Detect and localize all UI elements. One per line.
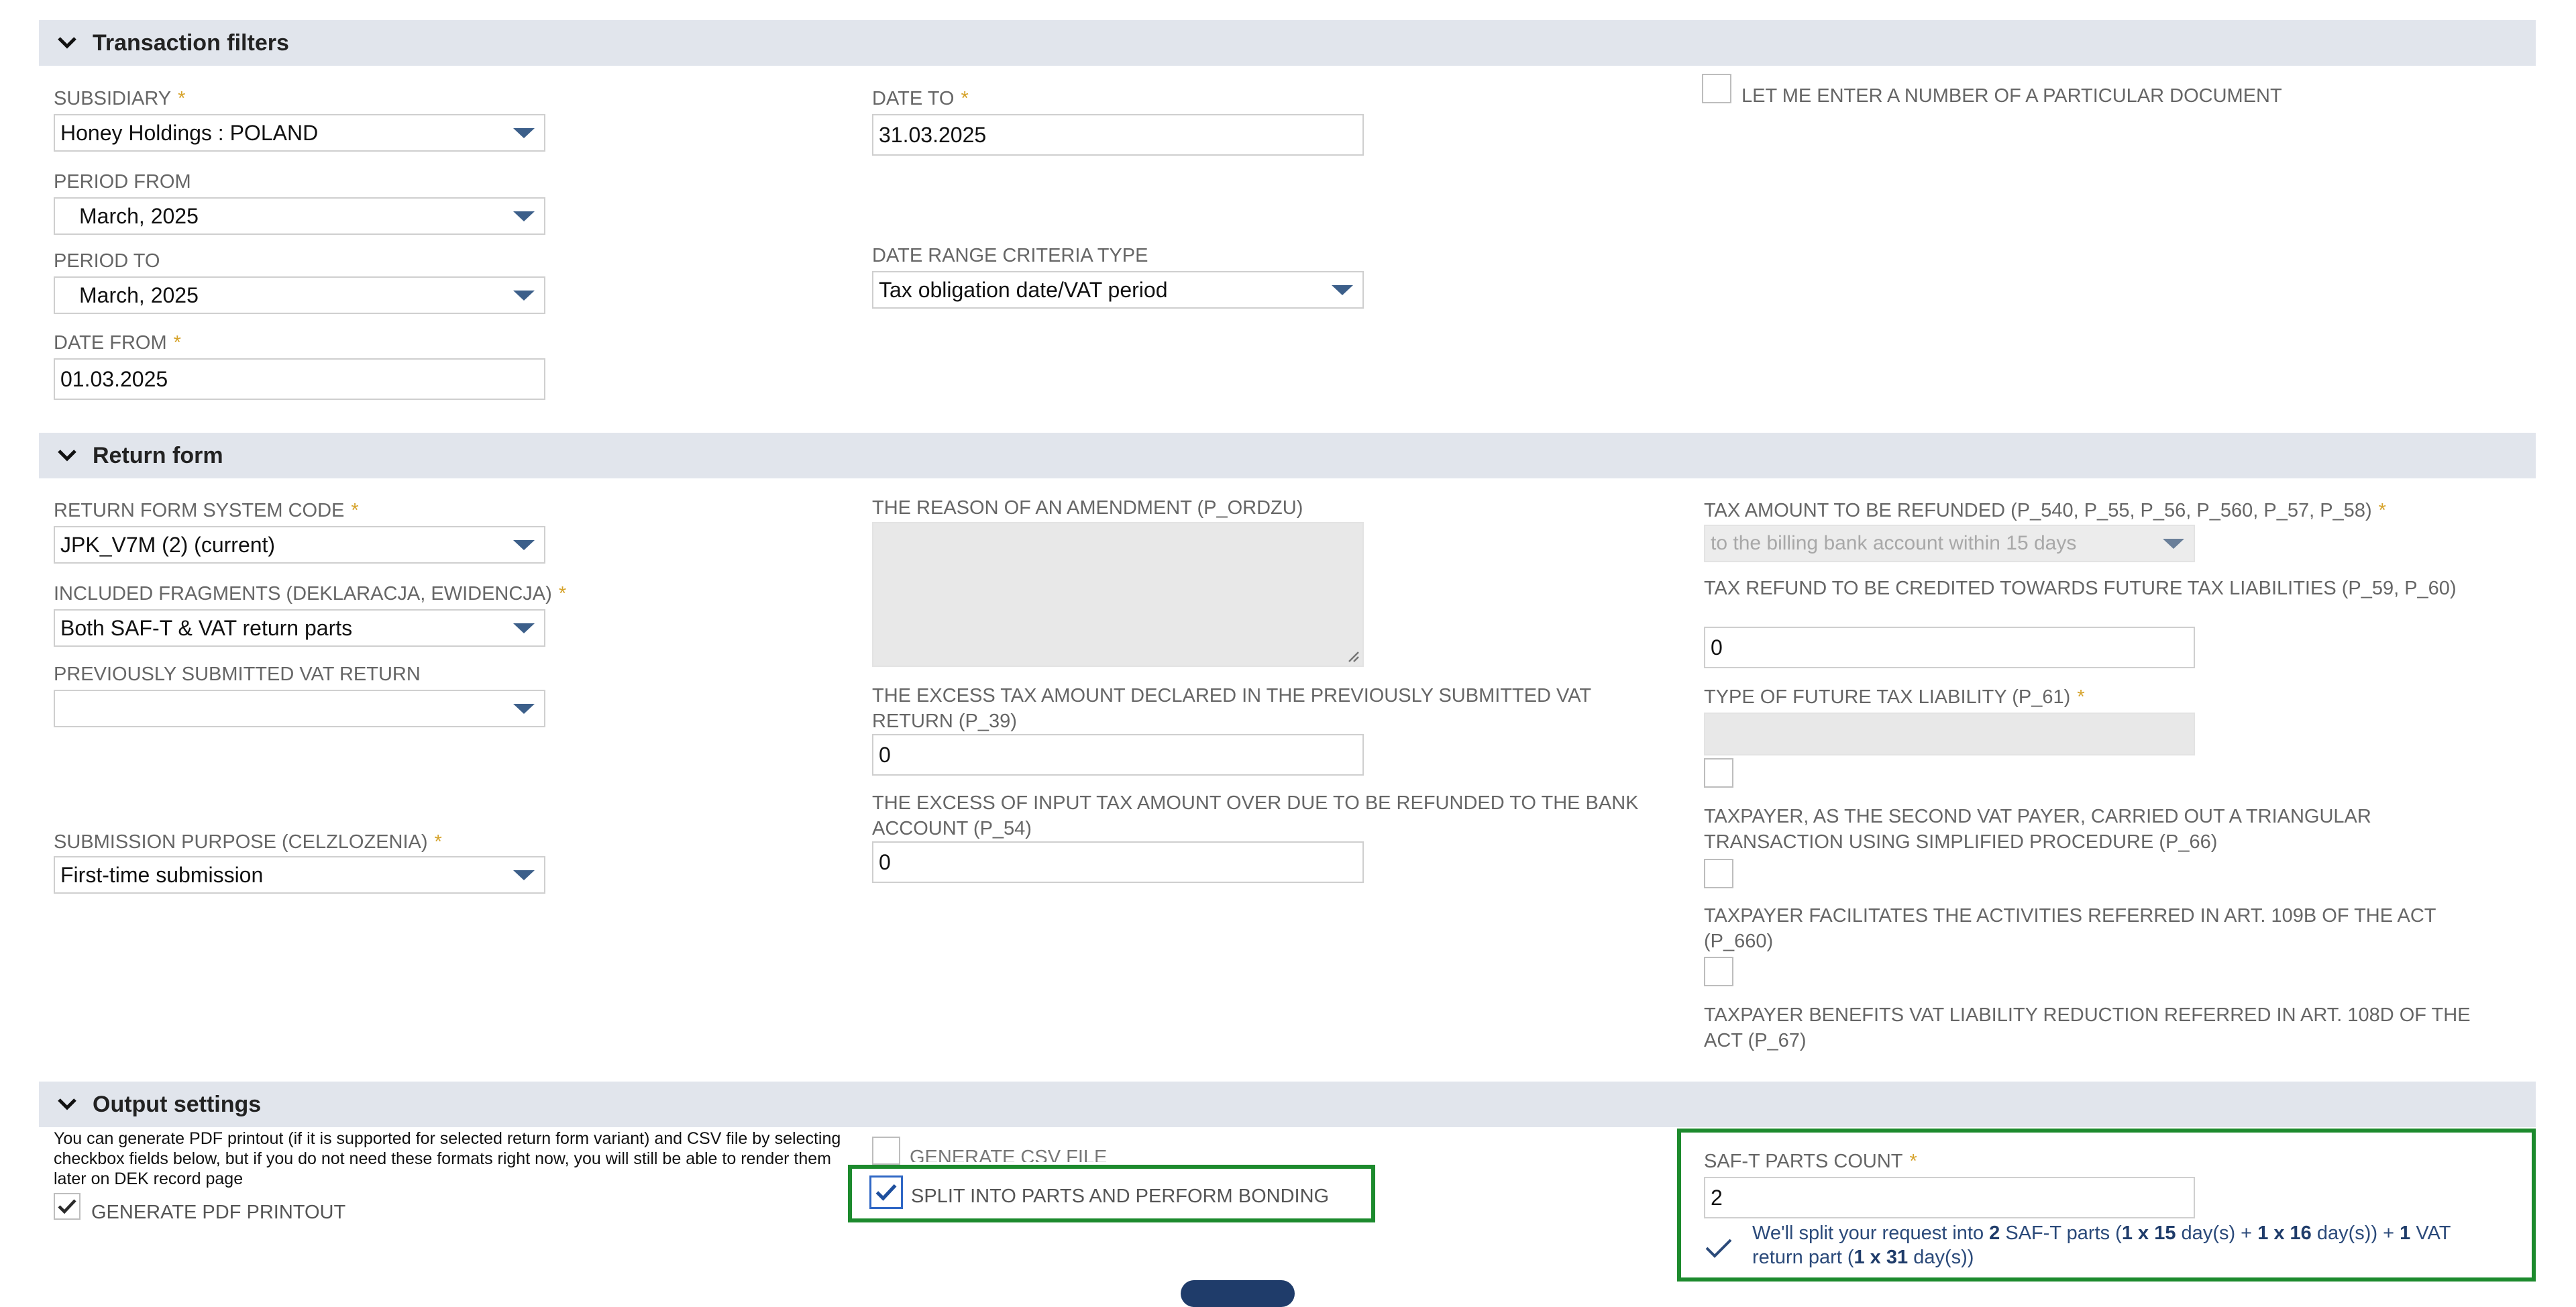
period-from-select[interactable]: March, 2025 bbox=[54, 197, 545, 235]
art108d-label: TAXPAYER BENEFITS VAT LIABILITY REDUCTIO… bbox=[1704, 1004, 2471, 1051]
included-fragments-label: INCLUDED FRAGMENTS (DEKLARACJA, EWIDENCJ… bbox=[54, 583, 567, 605]
art109b-label: TAXPAYER FACILITATES THE ACTIVITIES REFE… bbox=[1704, 905, 2436, 952]
caret-down-icon bbox=[2163, 539, 2184, 549]
submission-purpose-label: SUBMISSION PURPOSE (CELZLOZENIA) * bbox=[54, 831, 442, 853]
output-note: You can generate PDF printout (if it is … bbox=[54, 1129, 841, 1188]
date-to-label: DATE TO * bbox=[872, 88, 969, 109]
date-range-criteria-select[interactable]: Tax obligation date/VAT period bbox=[872, 271, 1364, 309]
parts-count-label: SAF-T PARTS COUNT * bbox=[1704, 1151, 1917, 1172]
caret-down-icon bbox=[513, 211, 535, 221]
chevron-down-icon[interactable] bbox=[54, 442, 80, 469]
system-code-select[interactable]: JPK_V7M (2) (current) bbox=[54, 526, 545, 564]
date-range-criteria-value: Tax obligation date/VAT period bbox=[879, 277, 1168, 302]
csv-file-label: GENERATE CSV FILE bbox=[910, 1147, 1108, 1162]
previous-return-select[interactable] bbox=[54, 690, 545, 727]
pdf-printout-label: GENERATE PDF PRINTOUT bbox=[91, 1202, 346, 1223]
included-fragments-select[interactable]: Both SAF-T & VAT return parts bbox=[54, 609, 545, 647]
section-title: Transaction filters bbox=[93, 30, 289, 56]
parts-count-input[interactable]: 2 bbox=[1704, 1177, 2195, 1218]
period-from-label: PERIOD FROM bbox=[54, 171, 191, 193]
section-transaction-filters[interactable]: Transaction filters bbox=[39, 20, 2536, 66]
particular-document-label: LET ME ENTER A NUMBER OF A PARTICULAR DO… bbox=[1741, 85, 2282, 107]
subsidiary-label: SUBSIDIARY * bbox=[54, 88, 186, 109]
submission-purpose-value: First-time submission bbox=[60, 862, 264, 887]
art108d-checkbox[interactable] bbox=[1704, 957, 1733, 986]
caret-down-icon bbox=[513, 540, 535, 550]
split-parts-label: SPLIT INTO PARTS AND PERFORM BONDING bbox=[911, 1186, 1330, 1207]
caret-down-icon bbox=[513, 291, 535, 301]
included-fragments-value: Both SAF-T & VAT return parts bbox=[60, 615, 353, 640]
split-info-text: We'll split your request into 2 SAF-T pa… bbox=[1752, 1222, 2451, 1268]
excess-input-label: THE EXCESS OF INPUT TAX AMOUNT OVER DUE … bbox=[872, 792, 1639, 839]
period-to-select[interactable]: March, 2025 bbox=[54, 276, 545, 314]
date-from-input[interactable]: 01.03.2025 bbox=[54, 358, 545, 400]
caret-down-icon bbox=[513, 704, 535, 714]
credited-input[interactable]: 0 bbox=[1704, 627, 2195, 668]
future-type-label: TYPE OF FUTURE TAX LIABILITY (P_61) * bbox=[1704, 686, 2085, 708]
section-output-settings[interactable]: Output settings bbox=[39, 1082, 2536, 1127]
excess-input-input[interactable]: 0 bbox=[872, 841, 1364, 883]
triangular-label: TAXPAYER, AS THE SECOND VAT PAYER, CARRI… bbox=[1704, 806, 2371, 853]
particular-document-checkbox[interactable] bbox=[1702, 74, 1731, 103]
section-title: Return form bbox=[93, 442, 223, 468]
caret-down-icon bbox=[1332, 285, 1353, 295]
caret-down-icon bbox=[513, 623, 535, 633]
caret-down-icon bbox=[513, 128, 535, 138]
subsidiary-value: Honey Holdings : POLAND bbox=[60, 120, 319, 145]
future-type-field[interactable] bbox=[1704, 713, 2195, 755]
excess-prev-label: THE EXCESS TAX AMOUNT DECLARED IN THE PR… bbox=[872, 685, 1591, 732]
amendment-reason-label: THE REASON OF AN AMENDMENT (P_ORDZU) bbox=[872, 497, 1303, 519]
period-to-label: PERIOD TO bbox=[54, 250, 160, 272]
checkmark-icon bbox=[58, 1199, 76, 1214]
excess-prev-input[interactable]: 0 bbox=[872, 734, 1364, 776]
resize-handle-icon[interactable] bbox=[1345, 648, 1360, 663]
period-from-value: March, 2025 bbox=[79, 203, 199, 228]
art109b-checkbox[interactable] bbox=[1704, 859, 1733, 888]
split-parts-checkbox[interactable] bbox=[869, 1175, 903, 1209]
system-code-value: JPK_V7M (2) (current) bbox=[60, 532, 276, 557]
triangular-checkbox[interactable] bbox=[1704, 758, 1733, 788]
refund-label: TAX AMOUNT TO BE REFUNDED (P_540, P_55, … bbox=[1704, 500, 2386, 521]
csv-file-checkbox[interactable] bbox=[872, 1137, 900, 1165]
refund-select[interactable]: to the billing bank account within 15 da… bbox=[1704, 525, 2195, 562]
date-from-label: DATE FROM * bbox=[54, 332, 181, 354]
subsidiary-select[interactable]: Honey Holdings : POLAND bbox=[54, 114, 545, 152]
checkmark-icon bbox=[1705, 1239, 1732, 1258]
caret-down-icon bbox=[513, 870, 535, 880]
chevron-down-icon[interactable] bbox=[54, 1091, 80, 1118]
submission-purpose-select[interactable]: First-time submission bbox=[54, 856, 545, 894]
section-title: Output settings bbox=[93, 1091, 262, 1117]
date-range-criteria-label: DATE RANGE CRITERIA TYPE bbox=[872, 245, 1148, 266]
previous-return-label: PREVIOUSLY SUBMITTED VAT RETURN bbox=[54, 664, 421, 685]
amendment-reason-textarea[interactable] bbox=[872, 522, 1364, 667]
checkmark-icon bbox=[875, 1184, 897, 1201]
refund-value: to the billing bank account within 15 da… bbox=[1711, 532, 2077, 554]
period-to-value: March, 2025 bbox=[79, 282, 199, 307]
credited-label: TAX REFUND TO BE CREDITED TOWARDS FUTURE… bbox=[1704, 578, 2457, 599]
section-return-form[interactable]: Return form bbox=[39, 433, 2536, 478]
action-button[interactable] bbox=[1181, 1280, 1295, 1307]
date-to-input[interactable]: 31.03.2025 bbox=[872, 114, 1364, 156]
chevron-down-icon[interactable] bbox=[54, 30, 80, 56]
pdf-printout-checkbox[interactable] bbox=[54, 1193, 80, 1220]
system-code-label: RETURN FORM SYSTEM CODE * bbox=[54, 500, 359, 521]
